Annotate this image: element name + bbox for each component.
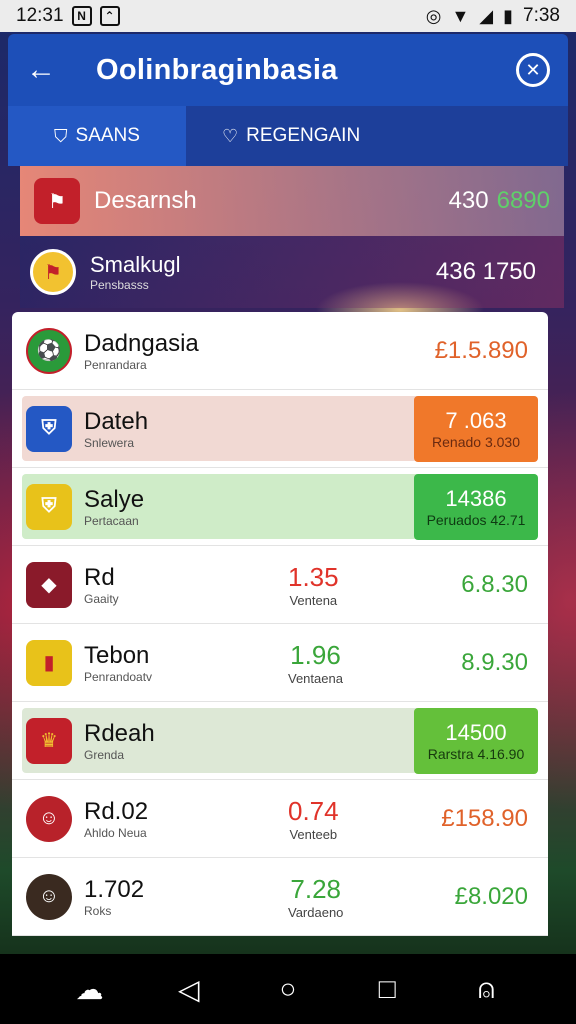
badge-label: Rarstra 4.16.90 [427,745,525,762]
signal-icon: ◢ [479,5,494,26]
team-crest-icon: ⚑ [34,178,80,224]
odds-badge[interactable]: 7 .063 Renado 3.030 [414,395,538,462]
featured-value-b: 6890 [496,187,550,214]
odds-column: 0.74 Venteeb [288,796,339,842]
badge-value: 14500 [445,719,507,745]
system-nav-bar: ☁ ◁ ○ □ ⍝ [0,954,576,1024]
team-subtitle: Pensbasss [90,278,149,292]
team-name: Dadngasia [84,329,199,357]
odds-column: 1.96 Ventaena [288,640,343,686]
odds-column: 7.28 Vardaeno [288,874,343,920]
featured-row[interactable]: ⚑ Smalkugl Pensbasss 436 1750 [20,236,564,308]
avatar: ☺ [26,795,72,842]
team-subtitle: Gaaity [84,591,119,606]
team-subtitle: Penrandoatv [84,669,153,684]
odds-label: Ventena [289,592,338,608]
account-icon[interactable]: ⍝ [461,973,511,1006]
odds-label: Ventaena [288,670,343,686]
odds-column: 1.35 Ventena [288,562,339,608]
team-name: Desarnsh [94,187,197,214]
tab-bar: ⛉ SAANS ♡ REGENGAIN [8,106,568,166]
team-crest-icon: ♛ [26,717,72,764]
assistant-icon[interactable]: ☁ [65,973,115,1006]
wifi-icon: ▼ [451,5,470,26]
team-list: ⚽ Dadngasia Penrandara £1.5.890 ⛨ Dateh … [12,312,548,936]
tab-saans[interactable]: ⛉ SAANS [8,106,186,166]
featured-value-a: 430 [448,187,489,214]
team-name: Dateh [84,407,149,435]
player-name: Rd.02 [84,797,149,825]
odds-badge[interactable]: 14386 Peruados 42.71 [414,473,538,540]
list-item[interactable]: ▮ Tebon Penrandoatv 1.96 Ventaena 8.9.30 [12,624,548,702]
team-subtitle: Penrandara [84,357,147,372]
status-bar: 12:31 N ⌃ ◎ ▼ ◢ ▮ 7:38 [0,0,576,32]
home-circle-icon[interactable]: ○ [263,973,313,1005]
team-crest-icon: ⛨ [26,483,72,530]
list-item[interactable]: ⛨ Dateh Snlewera 7 .063 Renado 3.030 [12,390,548,468]
notification-icon: N [71,6,92,26]
close-circle-icon[interactable]: ✕ [516,53,550,87]
list-item[interactable]: ◆ Rd Gaaity 1.35 Ventena 6.8.30 [12,546,548,624]
odds-number: 7.28 [290,873,342,904]
team-subtitle: Grenda [84,747,125,762]
team-name: Rd [84,563,115,591]
list-item[interactable]: ♛ Rdeah Grenda 14500 Rarstra 4.16.90 [12,702,548,780]
shield-icon: ⛉ [54,125,68,146]
status-time-right: 7:38 [523,5,560,26]
tab-regengain[interactable]: ♡ REGENGAIN [186,106,568,166]
odds-value: 6.8.30 [461,570,528,598]
team-subtitle: Snlewera [84,435,135,450]
player-subtitle: Ahldo Neua [84,825,147,840]
list-item[interactable]: ⛨ Salye Pertacaan 14386 Peruados 42.71 [12,468,548,546]
team-crest-icon: ◆ [26,561,72,608]
app-notification-icon: ⌃ [99,6,120,26]
team-crest-icon: ▮ [26,639,72,686]
player-subtitle: Roks [84,903,112,918]
team-crest-icon: ⚽ [26,327,72,374]
list-item[interactable]: ☺ Rd.02 Ahldo Neua 0.74 Venteeb £158.90 [12,780,548,858]
avatar: ☺ [26,873,72,920]
team-crest-icon: ⚑ [30,249,76,295]
team-subtitle: Pertacaan [84,513,139,528]
odds-value: 8.9.30 [461,648,528,676]
battery-icon: ▮ [503,5,514,26]
featured-row[interactable]: ⚑ Desarnsh 430 6890 [20,166,564,236]
odds-number: 1.35 [288,561,339,592]
team-name: Tebon [84,641,150,669]
badge-label: Peruados 42.71 [426,511,526,528]
team-name: Salye [84,485,145,513]
odds-value: £1.5.890 [434,336,528,364]
heart-icon: ♡ [222,125,239,146]
page-title: Oolinbraginbasia [96,53,338,86]
badge-value: 7 .063 [445,407,507,433]
app-header: ← Oolinbraginbasia ✕ [8,34,568,106]
player-name: 1.702 [84,875,145,903]
team-crest-icon: ⛨ [26,405,72,452]
tab-label: REGENGAIN [246,125,361,146]
tab-label: SAANS [75,125,140,146]
odds-number: 0.74 [288,795,339,826]
badge-value: 14386 [445,485,507,511]
status-time-left: 12:31 [16,5,64,26]
odds-value: £158.90 [441,804,528,832]
team-name: Smalkugl [90,252,181,277]
back-arrow-icon[interactable]: ← [26,53,66,87]
list-item[interactable]: ☺ 1.702 Roks 7.28 Vardaeno £8.020 [12,858,548,936]
recents-square-icon[interactable]: □ [362,973,412,1005]
odds-label: Vardaeno [288,904,344,920]
badge-label: Renado 3.030 [432,433,520,450]
team-name: Rdeah [84,719,155,747]
back-triangle-icon[interactable]: ◁ [164,973,214,1006]
list-item[interactable]: ⚽ Dadngasia Penrandara £1.5.890 [12,312,548,390]
odds-label: Venteeb [289,826,338,842]
odds-number: 1.96 [290,639,341,670]
alarm-icon: ◎ [425,5,442,26]
odds-badge[interactable]: 14500 Rarstra 4.16.90 [414,707,538,774]
featured-value: 436 1750 [435,258,536,285]
odds-value: £8.020 [454,882,528,910]
